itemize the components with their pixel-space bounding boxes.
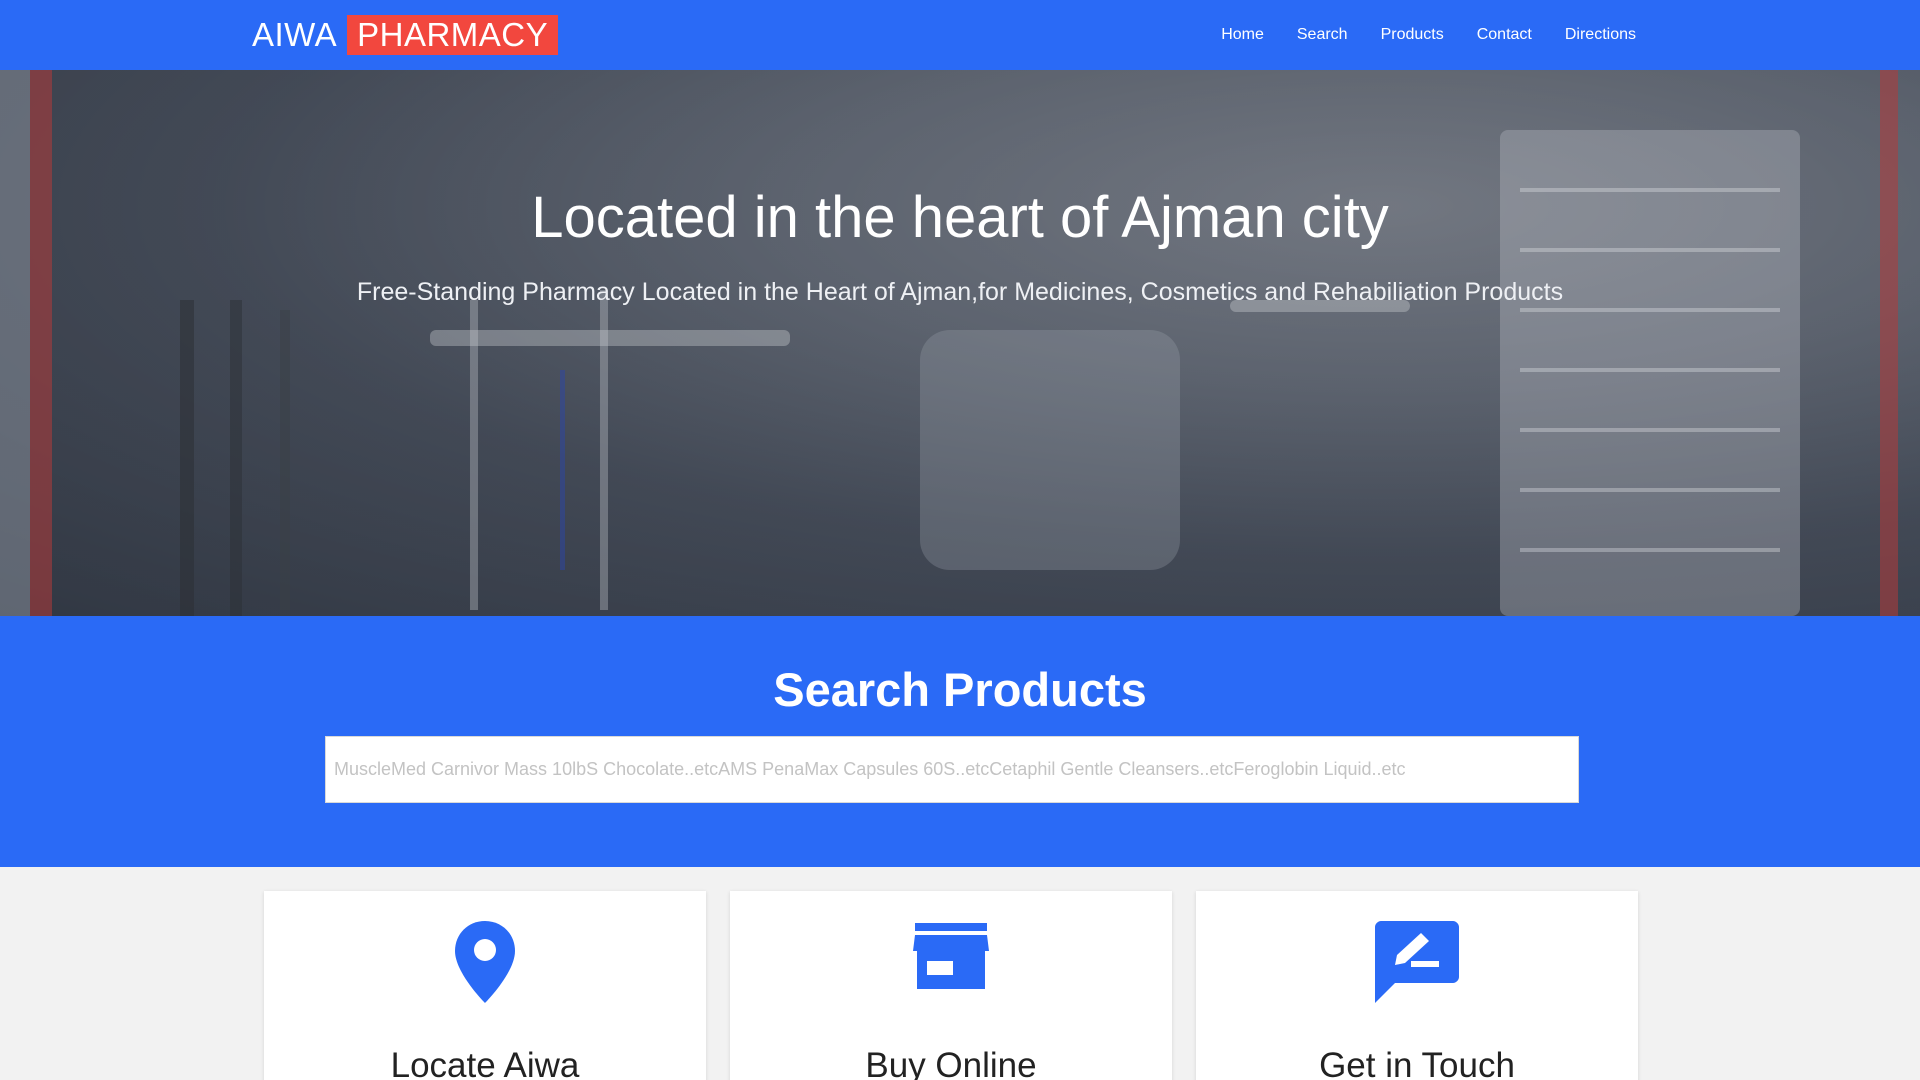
- hero-title: Located in the heart of Ajman city: [531, 185, 1389, 250]
- card-title: Locate Aiwa: [390, 1046, 580, 1080]
- nav-item-search[interactable]: Search: [1297, 26, 1348, 44]
- navbar: AIWA PHARMACY Home Search Products Conta…: [0, 0, 1920, 70]
- hero-background-image: [0, 70, 1898, 616]
- hero-banner: Located in the heart of Ajman city Free-…: [0, 70, 1920, 616]
- feature-cards: Locate Aiwa Buy Online Get in Touch: [0, 867, 1920, 1080]
- nav-menu: Home Search Products Contact Directions: [1188, 0, 1636, 70]
- map-pin-icon: [264, 921, 706, 1009]
- message-edit-icon: [1196, 921, 1638, 1009]
- card-title: Buy Online: [865, 1046, 1037, 1080]
- card-locate-aiwa[interactable]: Locate Aiwa: [264, 891, 706, 1080]
- brand-name-pharmacy: PHARMACY: [347, 15, 559, 55]
- search-section: Search Products: [0, 616, 1920, 867]
- card-buy-online[interactable]: Buy Online: [730, 891, 1172, 1080]
- card-get-in-touch[interactable]: Get in Touch: [1196, 891, 1638, 1080]
- search-section-title: Search Products: [773, 663, 1147, 716]
- brand-logo[interactable]: AIWA PHARMACY: [252, 15, 559, 55]
- nav-item-home[interactable]: Home: [1221, 26, 1264, 44]
- nav-item-directions[interactable]: Directions: [1565, 26, 1636, 44]
- card-title: Get in Touch: [1319, 1046, 1515, 1080]
- nav-item-contact[interactable]: Contact: [1477, 26, 1532, 44]
- nav-item-products[interactable]: Products: [1381, 26, 1444, 44]
- hero-subtitle: Free-Standing Pharmacy Located in the He…: [356, 278, 1564, 306]
- store-icon: [730, 921, 1172, 1009]
- brand-name-aiwa: AIWA: [252, 16, 338, 53]
- product-search-input[interactable]: [325, 736, 1579, 803]
